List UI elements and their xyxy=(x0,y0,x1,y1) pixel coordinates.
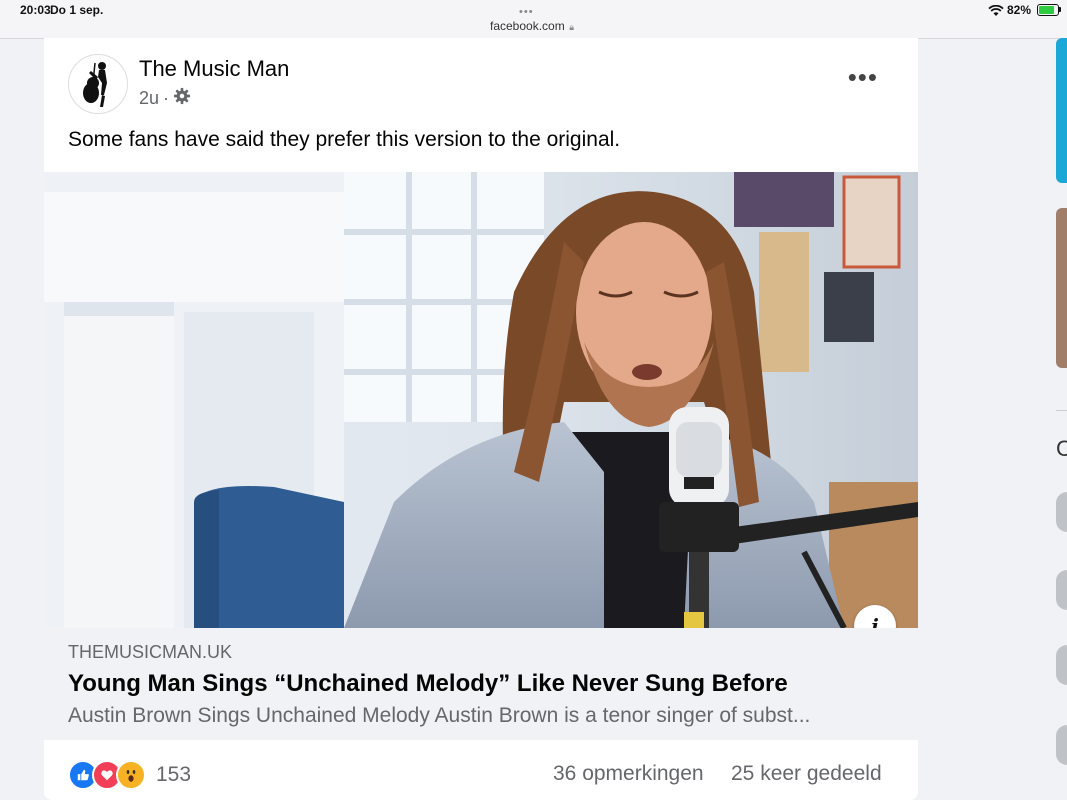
link-domain: THEMUSICMAN.UK xyxy=(68,642,233,662)
wifi-icon xyxy=(988,4,1004,22)
shares-count[interactable]: 25 keer gedeeld xyxy=(731,762,882,786)
url-text: facebook.com xyxy=(490,19,565,33)
right-column-divider xyxy=(1056,410,1067,411)
status-time: 20:03 xyxy=(20,3,51,17)
page-avatar[interactable] xyxy=(68,54,128,114)
battery-cap xyxy=(1059,7,1061,12)
right-column-avatar[interactable] xyxy=(1056,645,1067,685)
more-options-button[interactable]: ••• xyxy=(848,64,878,90)
link-preview[interactable]: THEMUSICMAN.UK Young Man Sings “Unchaine… xyxy=(44,628,918,740)
link-preview-image[interactable] xyxy=(44,172,918,628)
post-card: The Music Man 2u · ••• Some fans have sa… xyxy=(44,38,918,800)
status-date: Do 1 sep. xyxy=(50,3,104,17)
reaction-count: 153 xyxy=(156,763,192,786)
post-meta: 2u · xyxy=(139,87,191,110)
right-column-photo[interactable] xyxy=(1056,208,1067,368)
status-bar: 20:03 Do 1 sep. ••• facebook.com 🔒︎ 82% xyxy=(0,0,1067,39)
link-description: Austin Brown Sings Unchained Melody Aust… xyxy=(68,704,811,727)
comments-count[interactable]: 36 opmerkingen xyxy=(553,762,704,786)
right-column-avatar[interactable] xyxy=(1056,570,1067,610)
post-text: Some fans have said they prefer this ver… xyxy=(68,128,621,151)
right-column-heading: C xyxy=(1056,436,1067,461)
meta-separator: · xyxy=(163,88,170,108)
battery-charging-icon xyxy=(1037,4,1059,16)
battery-percent: 82% xyxy=(1007,3,1032,17)
right-column-avatar[interactable] xyxy=(1056,492,1067,532)
right-column-avatar[interactable] xyxy=(1056,725,1067,765)
link-title[interactable]: Young Man Sings “Unchained Melody” Like … xyxy=(68,670,788,698)
browser-menu-dots[interactable]: ••• xyxy=(519,6,534,18)
post-author[interactable]: The Music Man xyxy=(139,56,289,82)
lock-icon: 🔒︎ xyxy=(566,22,575,32)
gear-icon xyxy=(173,87,191,110)
reactions-summary[interactable]: 153 xyxy=(68,760,191,790)
address-bar[interactable]: facebook.com 🔒︎ xyxy=(490,19,574,33)
wow-reaction-icon xyxy=(116,760,146,790)
post-time[interactable]: 2u xyxy=(139,88,159,109)
right-column-card[interactable] xyxy=(1056,38,1067,183)
